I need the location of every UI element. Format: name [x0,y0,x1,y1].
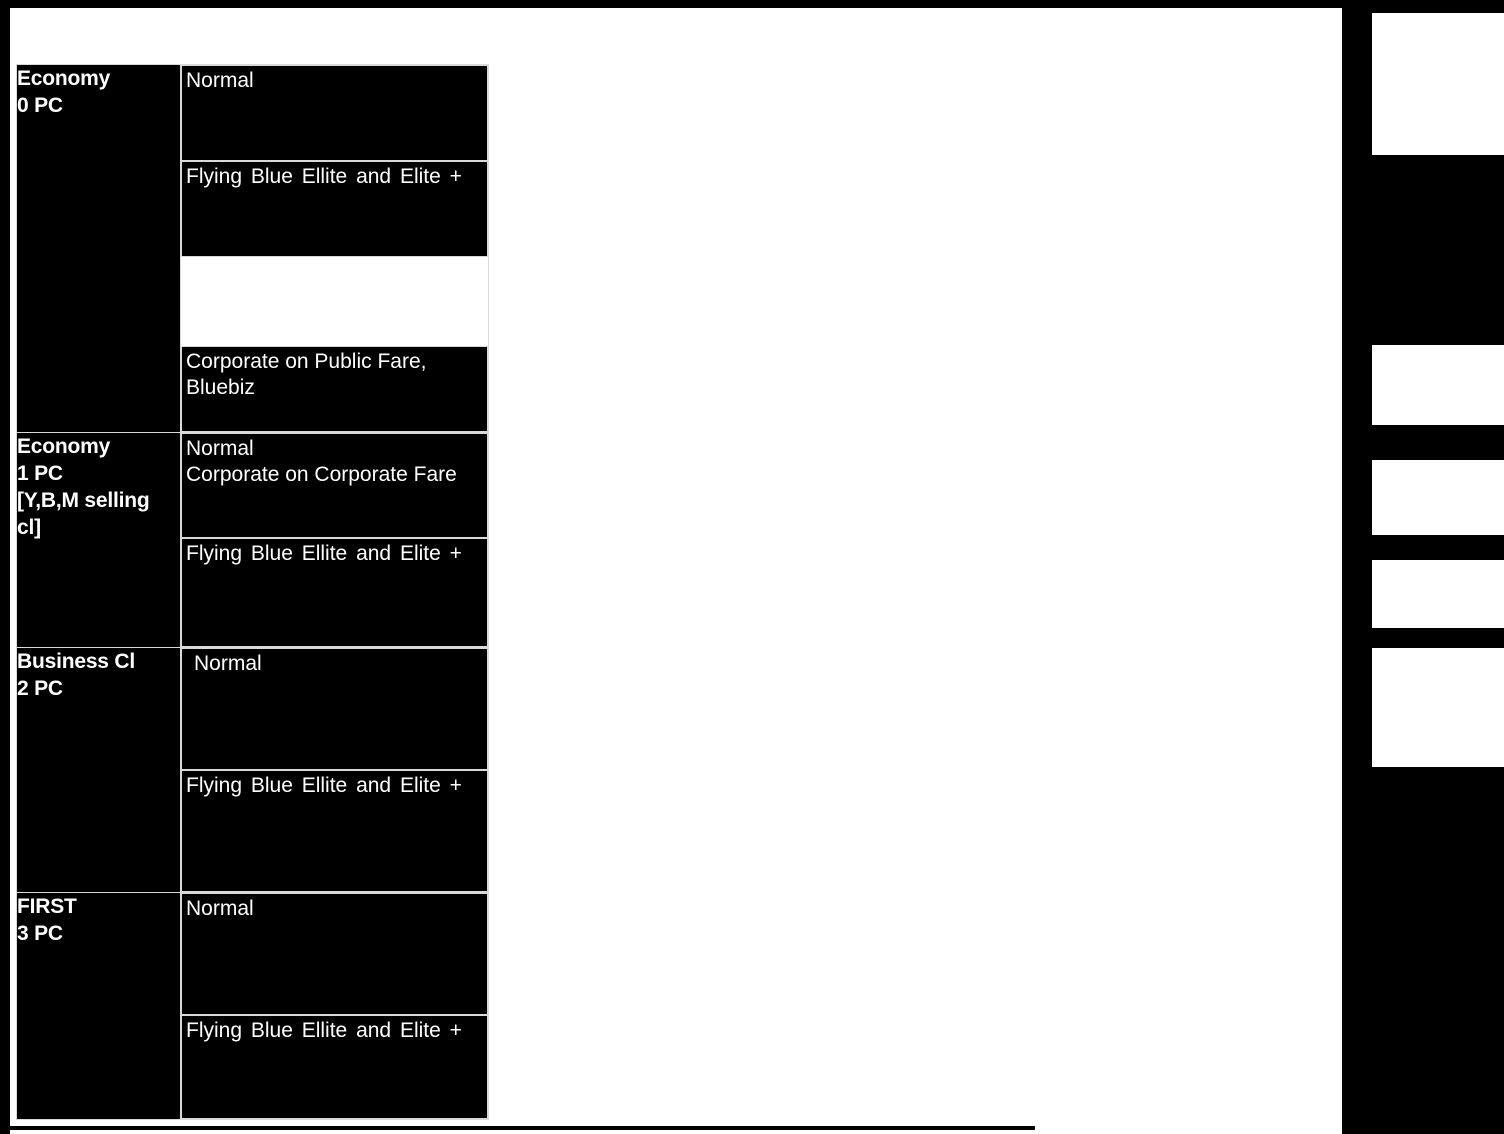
fare-block: Flying Blue Ellite and Elite + [181,538,488,647]
fare-line: Corporate on Corporate Fare [186,463,457,486]
fare-block: Normal [181,65,488,161]
fare-block: Corporate on Public Fare, Bluebiz [181,346,488,432]
fare-line: Bluebiz [186,376,255,399]
cabin-line: Economy [17,67,111,90]
fare-line: Flying Blue Ellite and Elite + [186,774,462,797]
fare-stack: Normal Flying Blue Ellite and Elite + [180,647,489,893]
fare-block: Normal [181,893,488,1015]
page-left-rule [0,0,10,1134]
scan-ink-strip [1348,0,1504,1134]
fare-block: Normal [181,648,488,770]
baggage-allowance-table: Economy 0 PC Normal Flying Blue Ellite a… [16,64,489,1120]
ink-strip-void [1372,13,1504,155]
fare-line: Flying Blue Ellite and Elite + [186,542,462,565]
fare-line: Flying Blue Ellite and Elite + [186,1019,462,1042]
page-bottom-rule [10,1126,1035,1130]
cabin-line: 1 PC [17,462,63,485]
ink-strip-void [1372,460,1504,535]
scanned-page: Economy 0 PC Normal Flying Blue Ellite a… [0,0,1504,1134]
fare-stack: Normal Flying Blue Ellite and Elite + [180,892,489,1120]
fare-stack: Normal Corporate on Corporate Fare Flyin… [180,432,489,648]
cabin-line: 2 PC [17,677,63,700]
cabin-cell: Economy 1 PC [Y,B,M selling cl] [16,432,181,648]
cabin-line: Business Cl [17,650,136,673]
fare-line: Normal [186,69,254,92]
cabin-line: 0 PC [17,94,63,117]
ink-strip-void [1372,560,1504,628]
ink-strip-void [1372,693,1504,767]
cabin-line: cl] [17,516,41,539]
page-top-rule [0,0,1410,8]
table-body: Economy 0 PC Normal Flying Blue Ellite a… [16,64,489,1120]
fare-line: Flying Blue Ellite and Elite + [186,165,462,188]
fare-stack: Normal Flying Blue Ellite and Elite + Co… [180,64,489,433]
cabin-cell: Business Cl 2 PC [16,647,181,893]
cabin-line: [Y,B,M selling [17,489,150,512]
fare-block: Normal Corporate on Corporate Fare [181,433,488,538]
cabin-line: Economy [17,435,111,458]
cabin-cell: Economy 0 PC [16,64,181,433]
fare-block: Flying Blue Ellite and Elite + [181,1015,488,1119]
table-row: Business Cl 2 PC Normal Flying Blue Elli… [16,647,489,893]
cabin-cell: FIRST 3 PC [16,892,181,1120]
cabin-line: 3 PC [17,922,63,945]
fare-line: Normal [194,652,262,675]
table-row: Economy 0 PC Normal Flying Blue Ellite a… [16,64,489,433]
fare-block: Flying Blue Ellite and Elite + [181,770,488,892]
table-row: Economy 1 PC [Y,B,M selling cl] Normal C… [16,432,489,648]
fare-line: Normal [186,897,254,920]
fare-line: Corporate on Public Fare, [186,350,427,373]
fare-line: Normal [186,437,254,460]
cabin-line: FIRST [17,895,77,918]
fare-block: Flying Blue Ellite and Elite + [181,161,488,257]
table-row: FIRST 3 PC Normal Flying Blue Ellite and… [16,892,489,1120]
ink-strip-void [1372,345,1504,425]
fare-gap [181,257,488,346]
